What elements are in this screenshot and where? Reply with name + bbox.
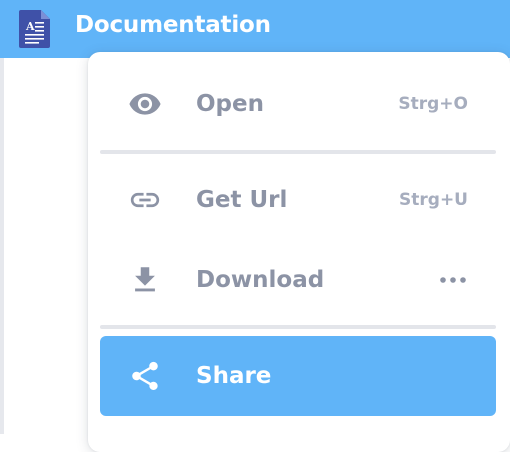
link-icon: [130, 192, 160, 208]
share-icon: [132, 361, 158, 391]
keyboard-shortcut: Strg+U: [399, 190, 468, 210]
more-horizontal-icon[interactable]: [440, 277, 466, 283]
menu-item-download[interactable]: Download: [100, 240, 496, 320]
menu-item-label: Get Url: [196, 187, 288, 213]
menu-divider: [100, 325, 496, 329]
keyboard-shortcut: Strg+O: [398, 94, 468, 114]
eye-icon: [129, 93, 161, 115]
context-menu: Open Strg+O Get Url Strg+U Download Shar…: [88, 52, 510, 452]
menu-item-label: Share: [196, 363, 272, 389]
menu-divider: [100, 150, 496, 154]
download-icon: [135, 267, 155, 292]
svg-text:A: A: [25, 20, 35, 33]
background-panel-edge: [0, 58, 4, 434]
menu-item-label: Open: [196, 91, 264, 117]
menu-item-open[interactable]: Open Strg+O: [100, 64, 496, 144]
menu-item-label: Download: [196, 267, 325, 293]
document-icon[interactable]: A: [19, 10, 50, 48]
menu-item-get-url[interactable]: Get Url Strg+U: [100, 160, 496, 240]
page-title: Documentation: [75, 12, 271, 38]
menu-item-share[interactable]: Share: [100, 336, 496, 416]
app-header: A Documentation: [0, 0, 510, 58]
